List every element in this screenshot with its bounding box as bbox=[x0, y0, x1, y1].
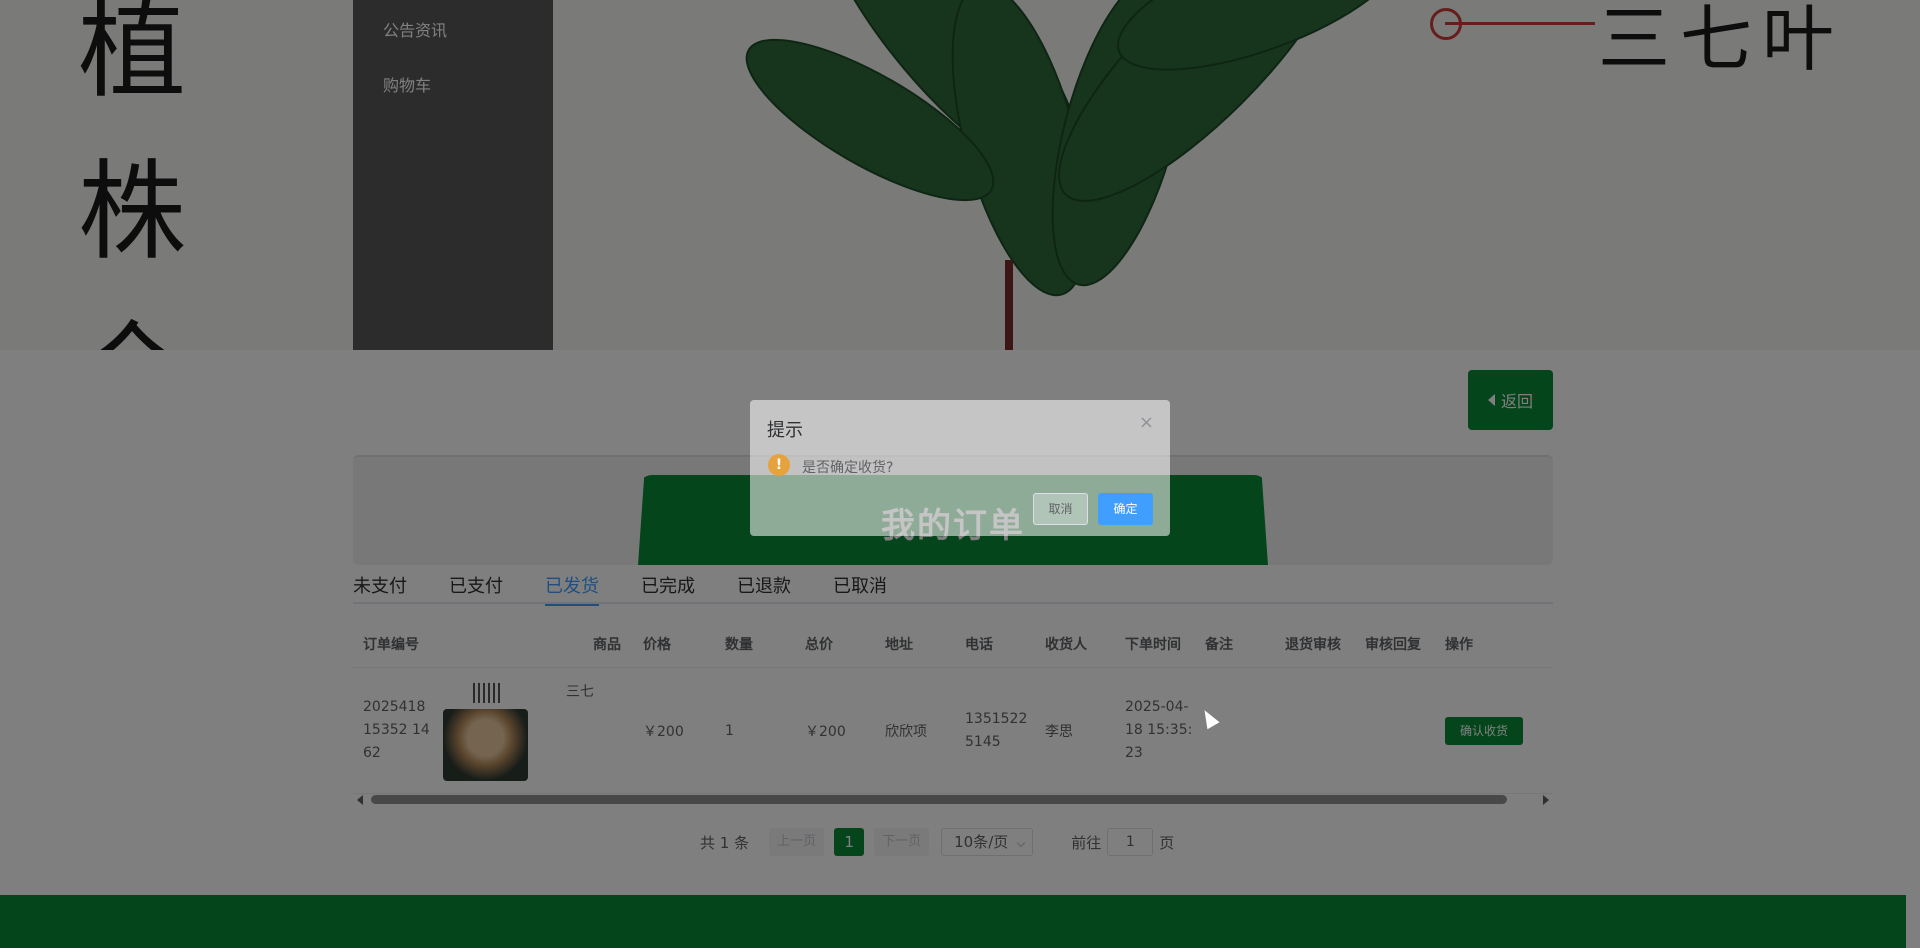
warning-icon: ! bbox=[768, 454, 790, 476]
confirm-dialog: 提示 × ! 是否确定收货? 取消 确定 bbox=[750, 400, 1170, 536]
cancel-button[interactable]: 取消 bbox=[1033, 493, 1088, 525]
dialog-message: 是否确定收货? bbox=[802, 460, 894, 476]
dialog-title: 提示 bbox=[767, 420, 803, 441]
close-icon[interactable]: × bbox=[1139, 412, 1154, 433]
confirm-button[interactable]: 确定 bbox=[1098, 493, 1153, 525]
